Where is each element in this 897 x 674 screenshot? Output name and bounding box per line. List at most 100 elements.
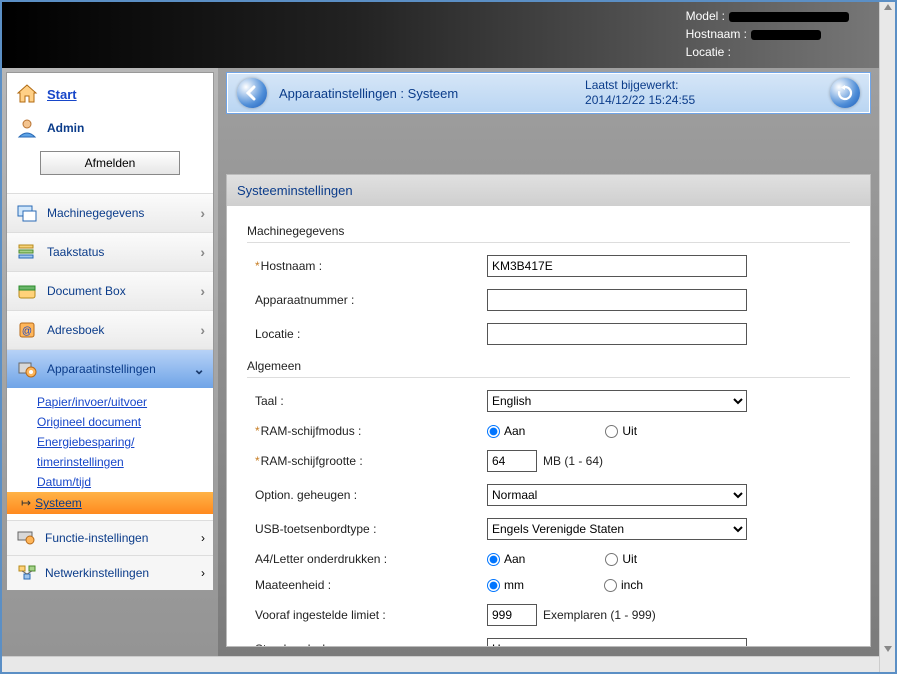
last-updated: Laatst bijgewerkt: 2014/12/22 15:24:55 [585, 78, 695, 108]
submenu-arrow-icon: ↦ [21, 496, 31, 510]
breadcrumb: Apparaatinstellingen : Systeem [279, 86, 458, 101]
preset-hint: Exemplaren (1 - 999) [543, 608, 656, 622]
ram-size-label: RAM-schijfgrootte : [261, 454, 363, 468]
chevron-down-icon: ⌄ [193, 361, 205, 378]
unit-inch[interactable]: inch [604, 578, 643, 592]
devnum-input[interactable] [487, 289, 747, 311]
sidebar-top: Start Admin Afmelden [7, 73, 213, 193]
ram-mode-label: RAM-schijfmodus : [261, 424, 362, 438]
unit-mm[interactable]: mm [487, 578, 524, 592]
form-panel: Systeeminstellingen Machinegegevens *Hos… [226, 174, 871, 647]
hostname-label: Hostnaam : [261, 259, 322, 273]
row-language: Taal : English [247, 384, 850, 418]
ram-mode-on[interactable]: Aan [487, 424, 525, 438]
model-label: Model : [686, 9, 725, 23]
usbkb-select[interactable]: Engels Verenigde Staten [487, 518, 747, 540]
row-unit: Maateenheid : mm inch [247, 572, 850, 598]
devnum-label: Apparaatnummer : [255, 293, 354, 307]
home-icon [15, 83, 39, 105]
app-window: Model : Hostnaam : Locatie : Start [0, 0, 897, 674]
a4-label: A4/Letter onderdrukken : [255, 552, 387, 566]
hostname-label: Hostnaam : [686, 27, 747, 41]
user-row: Admin [13, 113, 207, 143]
device-settings-icon [15, 358, 39, 380]
nav-label: Taakstatus [47, 245, 104, 259]
docbox-icon [15, 280, 39, 302]
sub-datetime[interactable]: Datum/tijd [37, 472, 205, 492]
location-label: Locatie : [255, 327, 300, 341]
start-link[interactable]: Start [47, 87, 77, 102]
nav-network-settings[interactable]: Netwerkinstellingen › [7, 555, 213, 590]
sub-energy[interactable]: Energiebesparing/timerinstellingen [37, 432, 205, 472]
nav-device-settings[interactable]: Apparaatinstellingen ⌄ [7, 349, 213, 388]
content-topbar: Apparaatinstellingen : Systeem Laatst bi… [226, 72, 871, 114]
section-machine: Machinegegevens [247, 220, 850, 243]
nav-function-settings[interactable]: Functie-instellingen › [7, 520, 213, 555]
ram-mode-off-radio[interactable] [605, 425, 618, 438]
hostname-input[interactable] [487, 255, 747, 277]
ram-mode-on-radio[interactable] [487, 425, 500, 438]
sub-paper[interactable]: Papier/invoer/uitvoer [37, 392, 205, 412]
location-input[interactable] [487, 323, 747, 345]
nav-address-book[interactable]: @ Adresboek › [7, 310, 213, 349]
row-preset-limit: Vooraf ingestelde limiet : Exemplaren (1… [247, 598, 850, 632]
sub-original[interactable]: Origineel document [37, 412, 205, 432]
header-meta: Model : Hostnaam : Locatie : [686, 7, 849, 61]
chevron-right-icon: › [200, 283, 205, 299]
addressbook-icon: @ [15, 319, 39, 341]
nav-machine-info[interactable]: Machinegegevens › [7, 193, 213, 232]
a4-off-radio[interactable] [605, 553, 618, 566]
device-settings-submenu: Papier/invoer/uitvoer Origineel document… [7, 388, 213, 520]
sidebar-panel: Start Admin Afmelden Mach [6, 72, 214, 591]
nav-label: Document Box [47, 284, 126, 298]
network-icon [15, 562, 39, 584]
row-location: Locatie : [247, 317, 850, 351]
optmem-select[interactable]: Normaal [487, 484, 747, 506]
sidebar: Start Admin Afmelden Mach [2, 68, 218, 656]
logout-wrap: Afmelden [13, 143, 207, 183]
location-label: Locatie : [686, 45, 731, 59]
chevron-right-icon: › [200, 244, 205, 260]
unit-mm-radio[interactable] [487, 579, 500, 592]
chevron-right-icon: › [200, 205, 205, 221]
preset-input[interactable] [487, 604, 537, 626]
ram-size-input[interactable] [487, 450, 537, 472]
header-bar: Model : Hostnaam : Locatie : [2, 2, 879, 68]
back-button[interactable] [237, 78, 267, 108]
start-row: Start [13, 79, 207, 113]
nav-label: Apparaatinstellingen [47, 362, 156, 376]
window-scrollbar-vertical[interactable] [879, 2, 895, 672]
form-body: Machinegegevens *Hostnaam : Apparaatnumm… [227, 206, 870, 646]
logout-button[interactable]: Afmelden [40, 151, 180, 175]
chevron-right-icon: › [201, 531, 205, 545]
window-scrollbar-horizontal[interactable] [2, 656, 879, 672]
nav-task-status[interactable]: Taakstatus › [7, 232, 213, 271]
updated-time: 2014/12/22 15:24:55 [585, 93, 695, 108]
a4-on-radio[interactable] [487, 553, 500, 566]
machine-icon [15, 202, 39, 224]
defscreen-select[interactable]: Home [487, 638, 747, 646]
sub-system-selected[interactable]: ↦ Systeem [7, 492, 213, 514]
row-opt-memory: Option. geheugen : Normaal [247, 478, 850, 512]
chevron-right-icon: › [200, 322, 205, 338]
app-inner: Model : Hostnaam : Locatie : Start [2, 2, 879, 656]
row-default-screen: Standaardscherm : Home [247, 632, 850, 646]
lang-label: Taal : [255, 394, 284, 408]
nav-label: Adresboek [47, 323, 104, 337]
a4-on[interactable]: Aan [487, 552, 525, 566]
language-select[interactable]: English [487, 390, 747, 412]
refresh-button[interactable] [830, 78, 860, 108]
row-a4-letter: A4/Letter onderdrukken : Aan Uit [247, 546, 850, 572]
unit-label: Maateenheid : [255, 578, 331, 592]
row-devnum: Apparaatnummer : [247, 283, 850, 317]
content-area: Apparaatinstellingen : Systeem Laatst bi… [218, 68, 879, 656]
nav-label: Netwerkinstellingen [45, 566, 149, 580]
unit-inch-radio[interactable] [604, 579, 617, 592]
usbkb-label: USB-toetsenbordtype : [255, 522, 376, 536]
ram-size-hint: MB (1 - 64) [543, 454, 603, 468]
ram-mode-off[interactable]: Uit [605, 424, 637, 438]
nav-document-box[interactable]: Document Box › [7, 271, 213, 310]
a4-off[interactable]: Uit [605, 552, 637, 566]
nav-label: Functie-instellingen [45, 531, 148, 545]
task-icon [15, 241, 39, 263]
